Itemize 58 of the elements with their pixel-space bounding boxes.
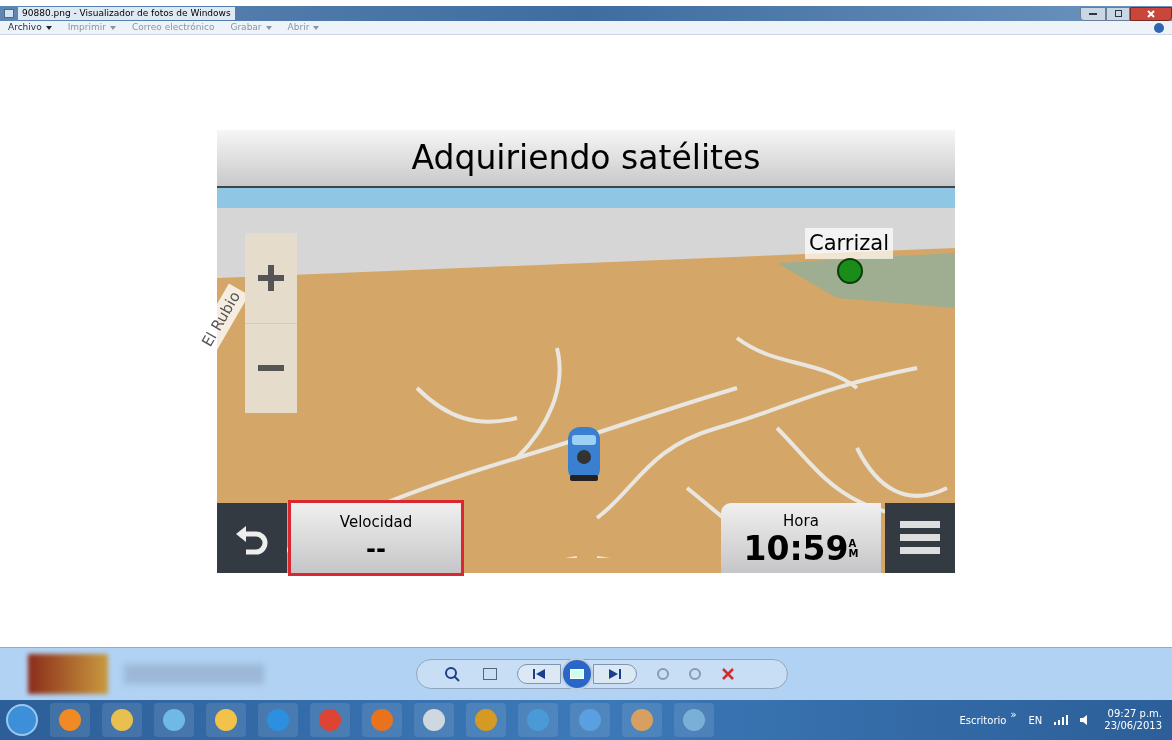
start-button[interactable]: [6, 704, 38, 736]
close-icon: [1147, 9, 1155, 18]
desktop-toolbar-label: Escritorio: [959, 713, 1007, 728]
next-button[interactable]: [593, 664, 637, 684]
clock-time[interactable]: 09:27 p.m.: [1107, 707, 1162, 720]
am-pm-label: M: [848, 548, 859, 559]
taskbar-app-button[interactable]: [102, 703, 142, 737]
photo-viewer-icon: [4, 9, 14, 18]
help-icon[interactable]: [1154, 22, 1164, 33]
clock-date[interactable]: 23/06/2013: [1104, 720, 1162, 733]
am-pm-label: A: [848, 538, 858, 549]
speed-value: --: [366, 533, 386, 564]
app-icon: [59, 709, 81, 731]
slideshow-button[interactable]: [561, 658, 593, 690]
app-icon: [683, 709, 705, 731]
menu-item[interactable]: Archivo: [8, 20, 52, 35]
menu-button[interactable]: [885, 502, 955, 573]
delete-icon: [721, 667, 735, 681]
delete-button[interactable]: [721, 667, 735, 681]
taskbar-app-button[interactable]: [50, 703, 90, 737]
time-value: 10:59: [743, 532, 849, 566]
minimize-icon: [1089, 12, 1097, 15]
taskbar-app-button[interactable]: [414, 703, 454, 737]
app-icon: [475, 709, 497, 731]
app-icon: [267, 709, 289, 731]
restore-button[interactable]: [1106, 6, 1130, 21]
taskbar-app-button[interactable]: [154, 703, 194, 737]
chevron-icon[interactable]: »: [1010, 706, 1017, 722]
minus-icon: [258, 365, 284, 371]
previous-icon: [533, 669, 545, 679]
signal-icon[interactable]: [1054, 715, 1069, 725]
minimize-button[interactable]: [1080, 6, 1106, 21]
place-label: Carrizal: [805, 227, 893, 259]
plus-icon: [258, 264, 284, 291]
app-icon: [163, 709, 185, 731]
app-icon: [111, 709, 133, 731]
menu-icon: [900, 520, 940, 555]
picture-icon: [570, 669, 584, 679]
app-icon: [527, 709, 549, 731]
window-title: 90880.png - Visualizador de fotos de Windows: [18, 6, 235, 21]
fit-button[interactable]: [483, 668, 497, 680]
app-icon: [371, 709, 393, 731]
previous-button[interactable]: [517, 664, 561, 684]
back-button[interactable]: [217, 502, 287, 573]
taskbar-app-button[interactable]: [206, 703, 246, 737]
next-icon: [609, 669, 621, 679]
gps-title: Adquiriendo satélites: [411, 136, 761, 179]
app-icon: [215, 709, 237, 731]
app-icon: [423, 709, 445, 731]
close-button[interactable]: [1130, 6, 1172, 21]
app-icon: [319, 709, 341, 731]
app-icon: [579, 709, 601, 731]
time-label: Hora: [783, 510, 819, 532]
magnifier-icon: [444, 666, 460, 682]
restore-icon: [1114, 10, 1122, 17]
app-icon: [631, 709, 653, 731]
language-indicator[interactable]: EN: [1028, 712, 1043, 728]
speed-label: Velocidad: [339, 512, 413, 534]
